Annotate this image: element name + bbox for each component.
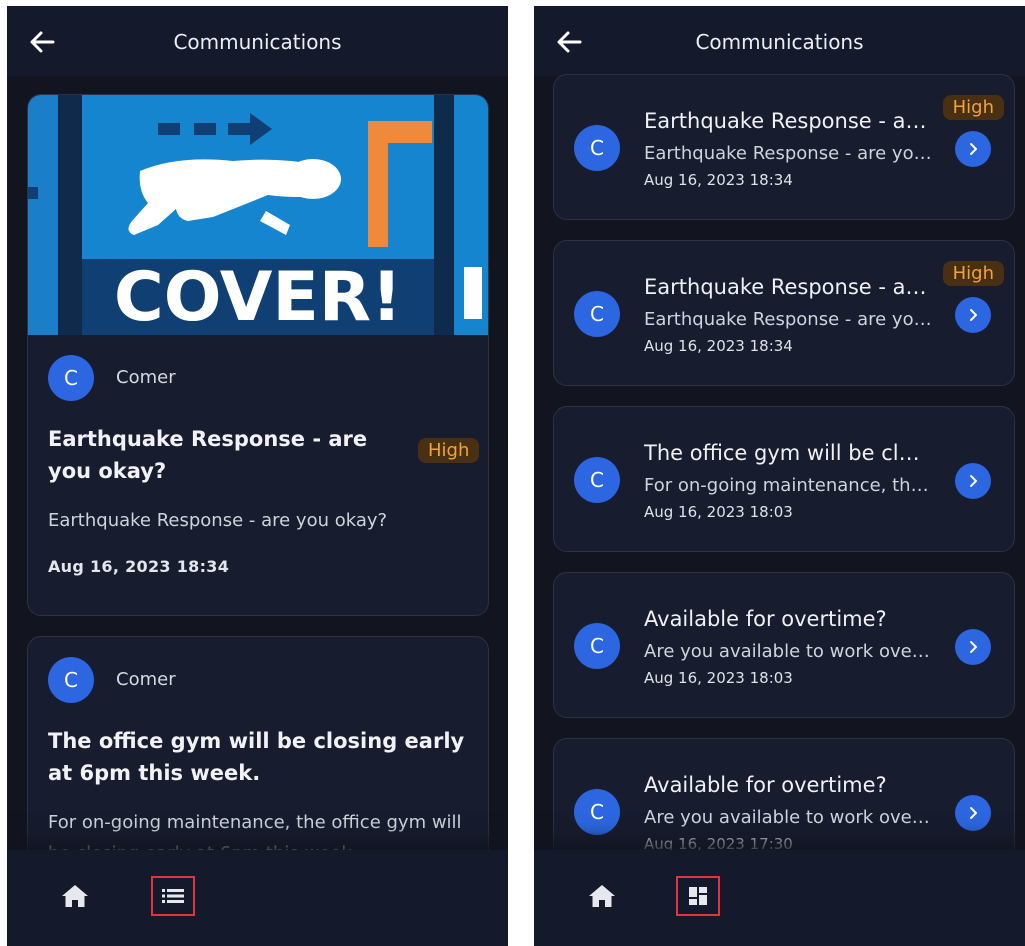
avatar: C [574,789,620,835]
item-title: Earthquake Response - are you okay? [644,275,932,299]
item-date: Aug 16, 2023 18:34 [644,171,793,189]
view-toggle-button[interactable] [151,876,195,916]
avatar: C [574,291,620,337]
avatar: C [574,457,620,503]
post-author: C Comer [48,657,348,703]
item-preview: Earthquake Response - are you okay? [644,143,932,164]
open-item-button[interactable] [955,629,991,665]
open-item-button[interactable] [955,463,991,499]
chevron-right-icon [970,143,977,155]
home-button[interactable] [582,878,622,914]
feed-screen: Communications COVER! C Comer Earthquake… [7,6,508,946]
page-title: Communications [173,30,342,54]
page-title: Communications [695,30,864,54]
list-item[interactable]: C Available for overtime? Are you availa… [553,572,1015,718]
post-feed[interactable]: COVER! C Comer Earthquake Response - are… [7,74,508,850]
author-name: Comer [116,367,176,388]
post-author: C Comer [48,355,348,401]
chevron-right-icon [970,641,977,653]
open-item-button[interactable] [955,131,991,167]
item-date: Aug 16, 2023 18:34 [644,337,793,355]
message-list[interactable]: C Earthquake Response - are you okay? Ea… [534,74,1025,850]
item-preview: For on-going maintenance, the office gym… [644,475,932,496]
item-title: Available for overtime? [644,773,887,797]
avatar: C [574,125,620,171]
avatar: C [48,657,94,703]
list-item[interactable]: C The office gym will be closing early a… [553,406,1015,552]
author-name: Comer [116,669,176,690]
list-item[interactable]: C Earthquake Response - are you okay? Ea… [553,240,1015,386]
item-preview: Earthquake Response - are you okay? [644,309,932,330]
grid-icon [689,887,707,905]
home-icon [62,885,88,907]
item-preview: Are you available to work overtime this … [644,641,932,662]
bottom-nav [534,850,1025,946]
priority-badge: High [418,438,480,463]
item-title: Earthquake Response - are you okay? [644,109,932,133]
app-header: Communications [7,6,508,76]
chevron-right-icon [970,807,977,819]
post-body: For on-going maintenance, the office gym… [48,812,462,850]
avatar: C [48,355,94,401]
priority-badge: High [942,261,1004,286]
item-title: Available for overtime? [644,607,887,631]
hero-caption: COVER! [114,258,402,335]
item-title: The office gym will be closing early at … [644,441,932,465]
view-toggle-button[interactable] [676,876,720,916]
list-item[interactable]: C Available for overtime? Are you availa… [553,738,1015,850]
post-card[interactable]: C Comer The office gym will be closing e… [27,636,489,850]
list-icon [162,889,184,903]
item-date: Aug 16, 2023 18:03 [644,669,793,687]
open-item-button[interactable] [955,795,991,831]
item-preview: Are you available to work overtime this … [644,807,932,828]
item-date: Aug 16, 2023 17:30 [644,835,793,850]
post-title: The office gym will be closing early at … [48,729,465,785]
post-card[interactable]: COVER! C Comer Earthquake Response - are… [27,94,489,616]
list-item[interactable]: C Earthquake Response - are you okay? Ea… [553,74,1015,220]
list-screen: Communications C Earthquake Response - a… [534,6,1025,946]
bottom-nav [7,850,508,946]
post-title: Earthquake Response - are you okay? [48,427,368,483]
item-date: Aug 16, 2023 18:03 [644,503,793,521]
chevron-right-icon [970,309,977,321]
home-button[interactable] [55,878,95,914]
avatar: C [574,623,620,669]
app-header: Communications [534,6,1025,76]
priority-badge: High [942,95,1004,120]
post-hero-image: COVER! [28,95,488,335]
post-body: Earthquake Response - are you okay? [48,510,388,531]
open-item-button[interactable] [955,297,991,333]
home-icon [589,885,615,907]
post-date: Aug 16, 2023 18:34 [48,557,230,576]
chevron-right-icon [970,475,977,487]
